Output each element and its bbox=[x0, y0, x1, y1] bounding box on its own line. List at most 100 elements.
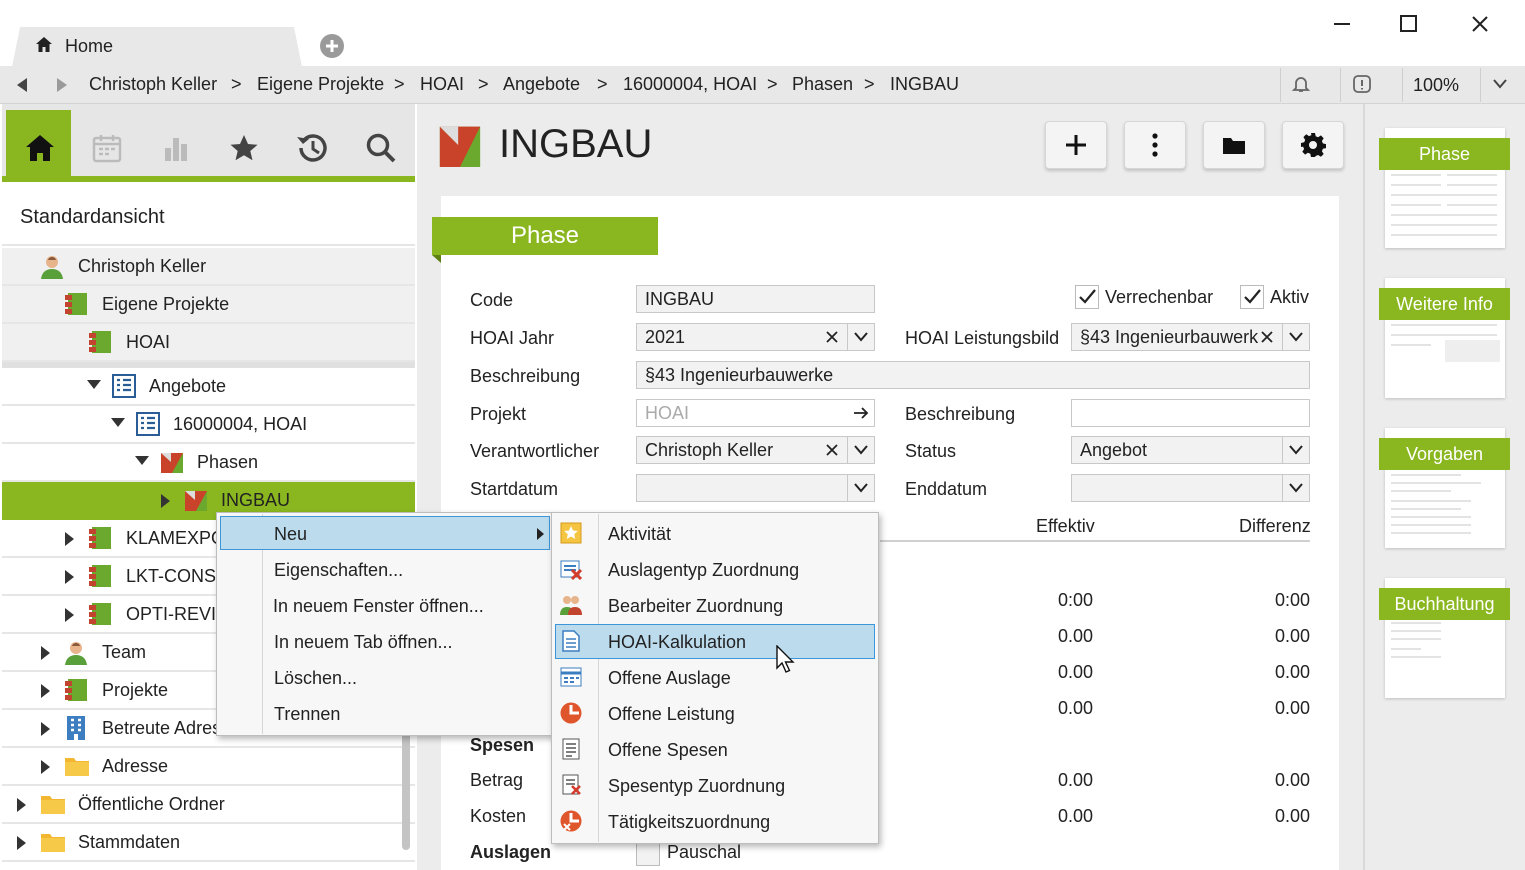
caret-right-icon[interactable] bbox=[65, 608, 75, 622]
jahr-select[interactable]: 2021 bbox=[636, 323, 875, 351]
thumbnail-tab[interactable]: Weitere Info bbox=[1379, 288, 1510, 320]
projekt-field[interactable]: HOAI bbox=[636, 399, 875, 427]
status-select[interactable]: Angebot bbox=[1071, 436, 1310, 464]
caret-right-icon[interactable] bbox=[17, 798, 27, 812]
verantwortlicher-select[interactable]: Christoph Keller bbox=[636, 436, 875, 464]
menu-item-new-tab[interactable]: In neuem Tab öffnen... bbox=[274, 632, 452, 653]
tree-item[interactable]: Angebote bbox=[2, 368, 415, 406]
clear-icon[interactable] bbox=[826, 444, 838, 456]
caret-right-icon[interactable] bbox=[65, 532, 75, 546]
section-title: Phase bbox=[510, 222, 580, 249]
aktiv-checkbox[interactable] bbox=[1240, 285, 1264, 309]
verrechenbar-checkbox[interactable] bbox=[1075, 285, 1099, 309]
minimize-button[interactable] bbox=[1332, 14, 1352, 34]
menu-item-neu[interactable] bbox=[220, 516, 550, 550]
info-icon[interactable] bbox=[1352, 74, 1372, 94]
divider bbox=[1282, 437, 1283, 463]
bell-icon[interactable] bbox=[1291, 74, 1311, 94]
submenu-item-label[interactable]: Offene Spesen bbox=[608, 740, 728, 761]
forward-icon[interactable] bbox=[55, 77, 69, 93]
tab-home[interactable] bbox=[12, 27, 302, 67]
menu-item-trennen[interactable]: Trennen bbox=[274, 704, 340, 725]
caret-right-icon[interactable] bbox=[41, 646, 51, 660]
menu-item-delete[interactable]: Löschen... bbox=[274, 668, 357, 689]
chevron-down-icon[interactable] bbox=[1288, 444, 1304, 456]
clear-icon[interactable] bbox=[1261, 331, 1273, 343]
zoom-level[interactable]: 100% bbox=[1413, 75, 1459, 96]
tree-item[interactable]: Christoph Keller bbox=[2, 248, 415, 286]
history-icon[interactable] bbox=[294, 131, 330, 165]
tree-item[interactable]: HOAI bbox=[2, 324, 415, 362]
user-icon bbox=[40, 254, 64, 280]
pauschal-checkbox[interactable] bbox=[636, 842, 660, 866]
folder-button[interactable] bbox=[1203, 121, 1265, 169]
tree-item[interactable]: Öffentliche Ordner bbox=[2, 786, 415, 824]
tree-item[interactable]: Eigene Projekte bbox=[2, 286, 415, 324]
phase-icon bbox=[438, 121, 482, 169]
breadcrumb-item[interactable]: Eigene Projekte bbox=[257, 74, 384, 95]
breadcrumb-item[interactable]: 16000004, HOAI bbox=[623, 74, 757, 95]
star-icon[interactable] bbox=[229, 133, 259, 163]
arrow-right-icon[interactable] bbox=[853, 406, 869, 420]
thumbnail-tab[interactable]: Buchhaltung bbox=[1379, 588, 1510, 620]
submenu-item-label[interactable]: Spesentyp Zuordnung bbox=[608, 776, 785, 797]
caret-down-icon[interactable] bbox=[87, 380, 101, 390]
tree-item[interactable]: 16000004, HOAI bbox=[2, 406, 415, 444]
chart-icon[interactable] bbox=[162, 134, 190, 162]
phase-icon bbox=[160, 450, 184, 474]
chevron-down-icon[interactable] bbox=[1288, 331, 1304, 343]
chevron-down-icon[interactable] bbox=[1492, 78, 1508, 90]
more-button[interactable] bbox=[1124, 121, 1186, 169]
thumbnail-tab[interactable]: Phase bbox=[1379, 138, 1510, 170]
calendar-icon[interactable] bbox=[92, 133, 122, 163]
caret-right-icon[interactable] bbox=[41, 722, 51, 736]
caret-right-icon[interactable] bbox=[17, 836, 27, 850]
chevron-down-icon[interactable] bbox=[1288, 482, 1304, 494]
submenu-item-label[interactable]: Offene Leistung bbox=[608, 704, 735, 725]
tree-item[interactable]: Stammdaten bbox=[2, 824, 415, 862]
beschreibung2-field[interactable] bbox=[1071, 399, 1310, 427]
thumbnail-tab[interactable]: Vorgaben bbox=[1379, 438, 1510, 470]
tree-item[interactable]: Phasen bbox=[2, 444, 415, 482]
leistungsbild-select[interactable]: §43 Ingenieurbauwerk bbox=[1071, 323, 1310, 351]
jahr-label: HOAI Jahr bbox=[470, 328, 555, 348]
submenu-item-label[interactable]: Tätigkeitszuordnung bbox=[608, 812, 770, 833]
tree-item[interactable]: Adresse bbox=[2, 748, 415, 786]
submenu-item-label[interactable]: Bearbeiter Zuordnung bbox=[608, 596, 783, 617]
breadcrumb-item[interactable]: INGBAU bbox=[890, 74, 959, 95]
settings-button[interactable] bbox=[1282, 121, 1344, 169]
submenu-item-label[interactable]: Offene Auslage bbox=[608, 668, 731, 689]
breadcrumb-item[interactable]: Christoph Keller bbox=[89, 74, 217, 95]
submenu-item-label[interactable]: Auslagentyp Zuordnung bbox=[608, 560, 799, 581]
clear-icon[interactable] bbox=[826, 331, 838, 343]
menu-item-new-window[interactable]: In neuem Fenster öffnen... bbox=[273, 596, 484, 617]
enddatum-field[interactable] bbox=[1071, 474, 1310, 502]
maximize-button[interactable] bbox=[1399, 14, 1419, 34]
submenu-item-label[interactable]: HOAI-Kalkulation bbox=[608, 632, 746, 653]
submenu-item-label[interactable]: Aktivität bbox=[608, 524, 671, 545]
caret-right-icon[interactable] bbox=[41, 760, 51, 774]
close-button[interactable] bbox=[1470, 14, 1490, 34]
caret-right-icon[interactable] bbox=[65, 570, 75, 584]
new-tab-icon[interactable] bbox=[319, 33, 345, 59]
startdatum-field[interactable] bbox=[636, 474, 875, 502]
betrag-effektiv: 0.00 bbox=[1057, 770, 1093, 790]
caret-down-icon[interactable] bbox=[111, 418, 125, 428]
chevron-down-icon[interactable] bbox=[853, 482, 869, 494]
back-icon[interactable] bbox=[15, 77, 29, 93]
chevron-down-icon[interactable] bbox=[853, 331, 869, 343]
menu-item-eigenschaften[interactable]: Eigenschaften... bbox=[274, 560, 403, 581]
add-button[interactable] bbox=[1045, 121, 1107, 169]
caret-right-icon[interactable] bbox=[41, 684, 51, 698]
verantwortlicher-value: Christoph Keller bbox=[645, 440, 774, 460]
breadcrumb-item[interactable]: Phasen bbox=[792, 74, 853, 95]
code-field[interactable]: INGBAU bbox=[636, 285, 875, 313]
breadcrumb-item[interactable]: HOAI bbox=[420, 74, 464, 95]
caret-down-icon[interactable] bbox=[135, 456, 149, 466]
tree-item-label: Christoph Keller bbox=[78, 256, 207, 276]
search-icon[interactable] bbox=[365, 132, 397, 164]
chevron-down-icon[interactable] bbox=[853, 444, 869, 456]
beschreibung-field[interactable]: §43 Ingenieurbauwerke bbox=[636, 361, 1310, 389]
breadcrumb-item[interactable]: Angebote bbox=[503, 74, 580, 95]
caret-right-icon[interactable] bbox=[161, 494, 171, 508]
